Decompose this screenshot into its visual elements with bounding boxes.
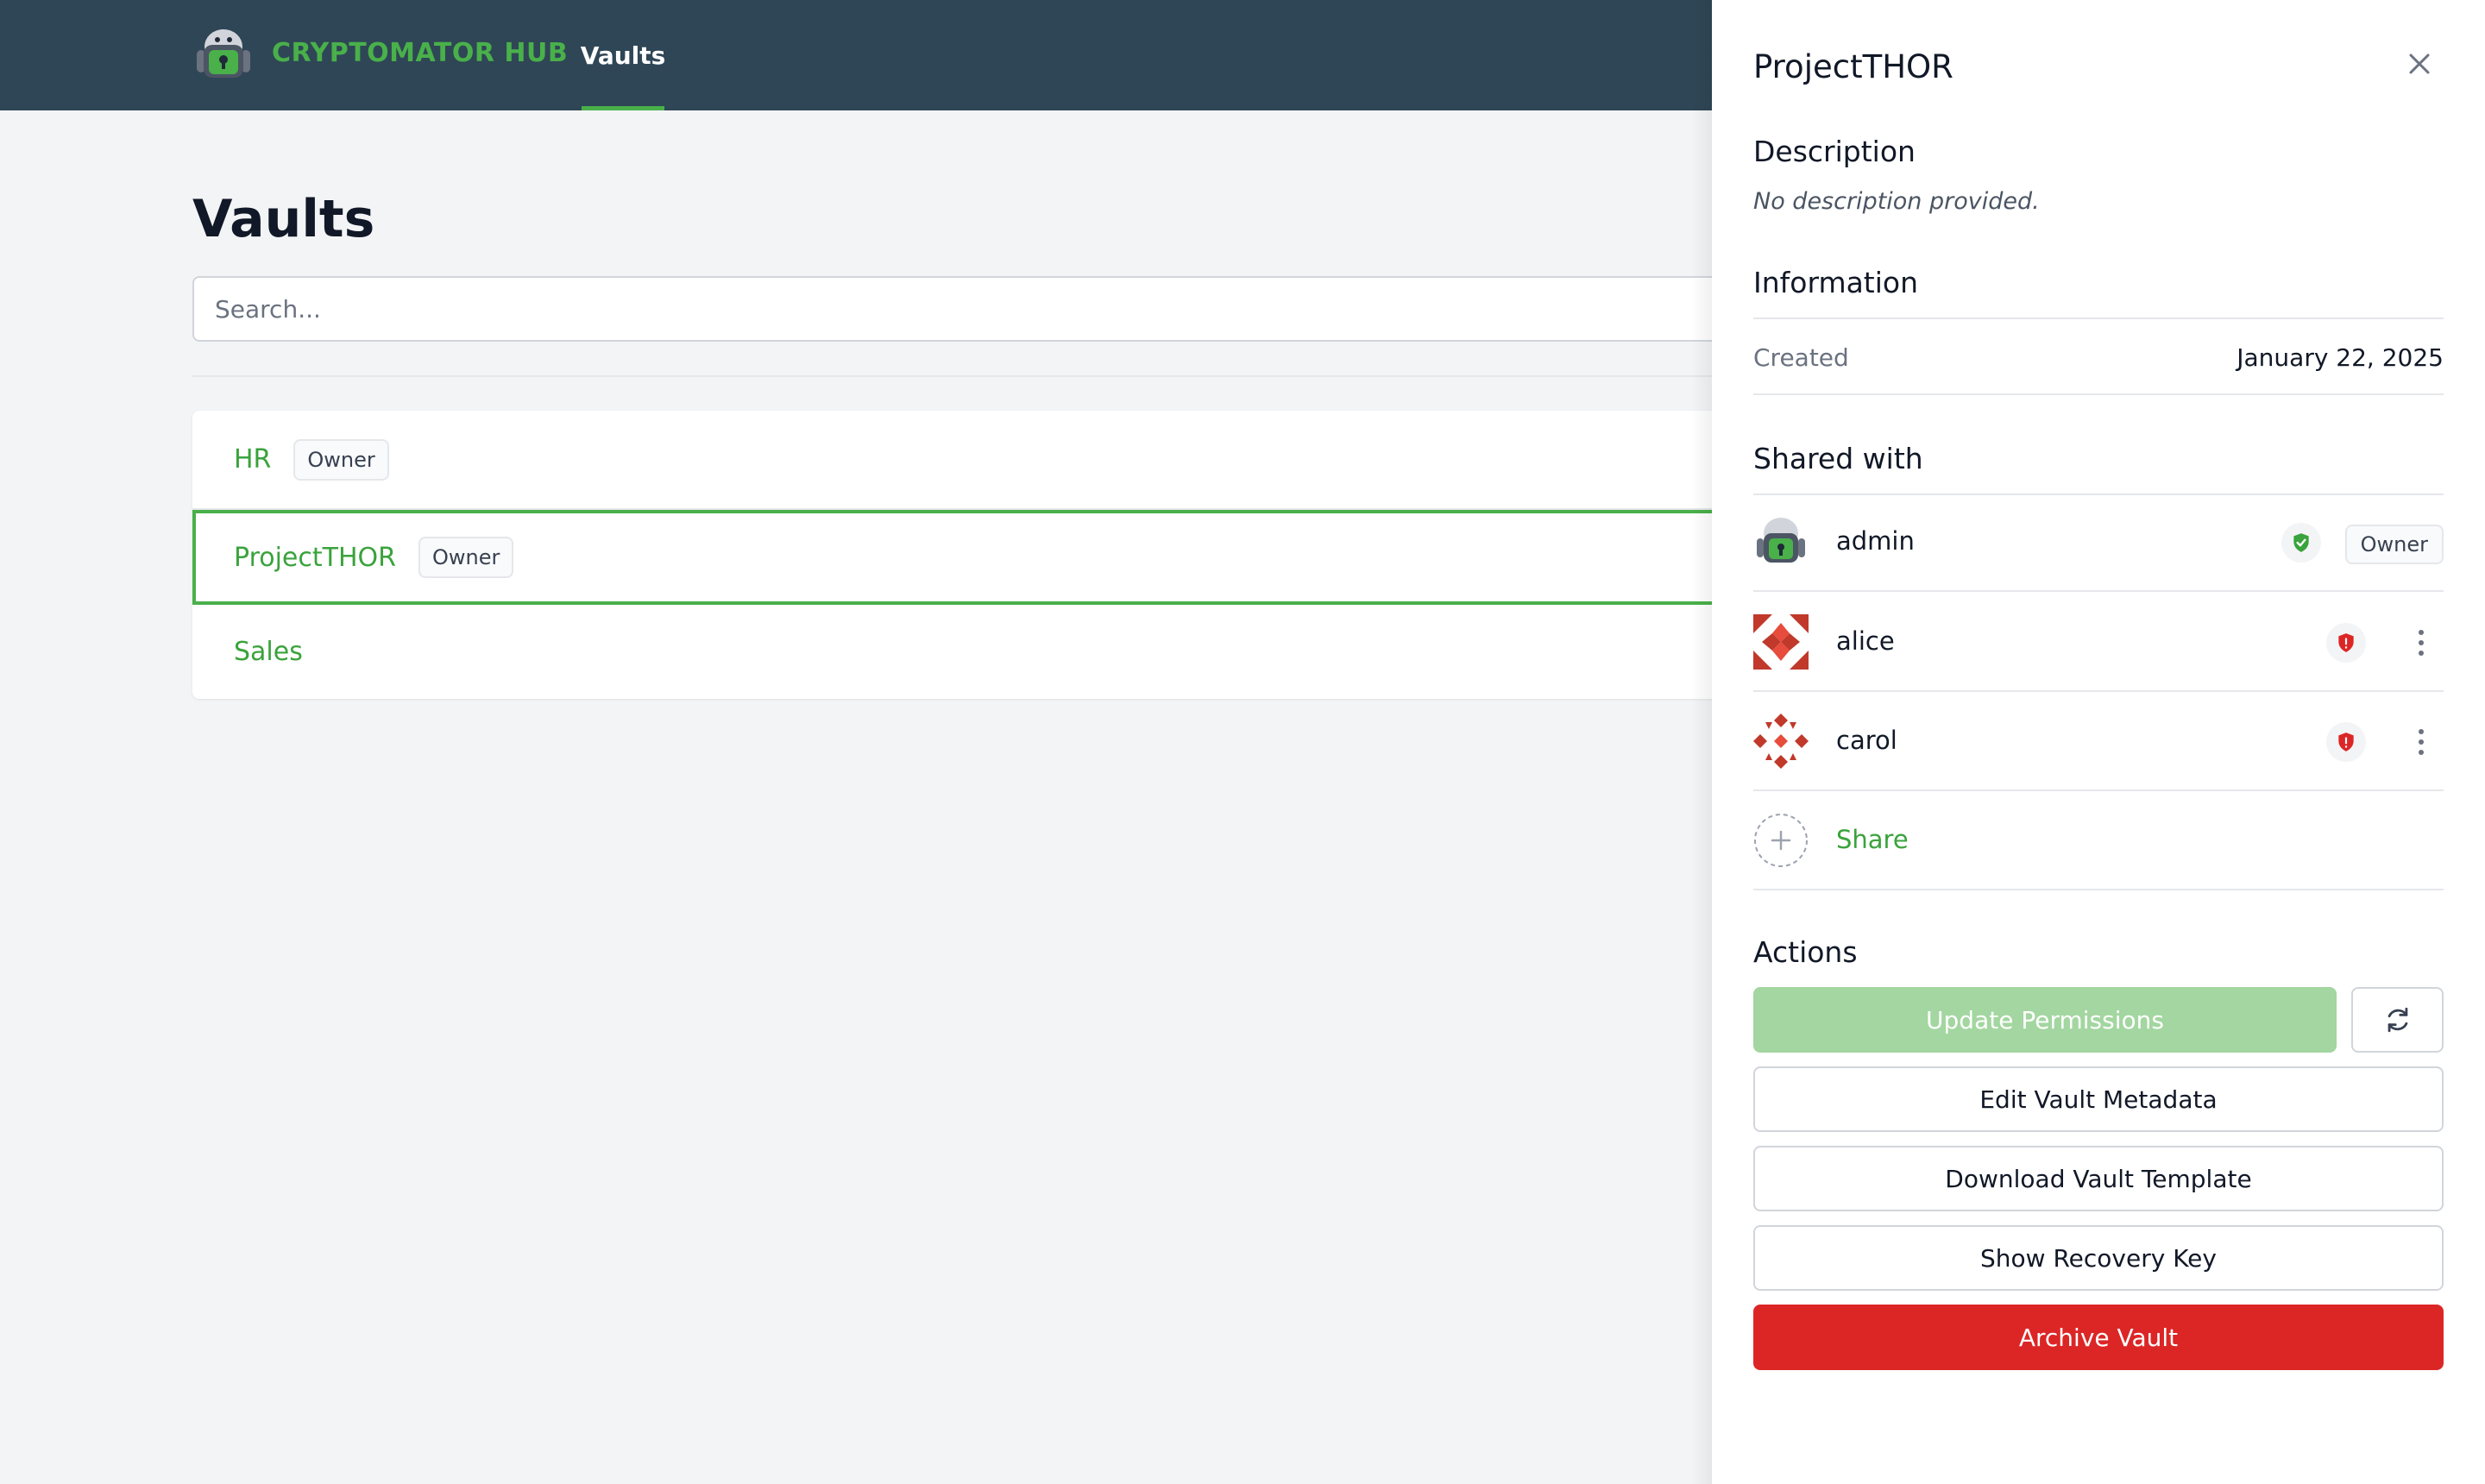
archive-vault-button[interactable]: Archive Vault xyxy=(1753,1305,2444,1370)
vault-name[interactable]: ProjectTHOR xyxy=(234,543,396,573)
unverified-shield-icon xyxy=(2326,623,2366,663)
member-row-alice: alice xyxy=(1753,594,2444,690)
avatar xyxy=(1757,518,1805,563)
refresh-button[interactable] xyxy=(2351,987,2444,1053)
member-name: admin xyxy=(1836,526,1915,556)
member-row-carol: carol xyxy=(1753,693,2444,789)
update-permissions-button[interactable]: Update Permissions xyxy=(1753,987,2337,1053)
panel-shadow xyxy=(1691,0,1712,1484)
share-button[interactable]: Share xyxy=(1753,792,2444,889)
more-options-icon[interactable] xyxy=(2416,722,2426,762)
role-badge: Owner xyxy=(293,438,389,481)
created-label: Created xyxy=(1753,343,1849,372)
edit-vault-metadata-button[interactable]: Edit Vault Metadata xyxy=(1753,1066,2444,1132)
top-navigation: CRYPTOMATOR HUB Vaults xyxy=(0,0,1712,110)
vault-row-projectthor[interactable]: ProjectTHOR Owner xyxy=(192,510,1746,605)
divider xyxy=(1753,690,2444,692)
nav-tab-vaults[interactable]: Vaults xyxy=(581,0,665,110)
plus-icon xyxy=(1754,814,1808,867)
role-badge: Owner xyxy=(2344,525,2444,564)
unverified-shield-icon xyxy=(2326,722,2366,762)
vault-name[interactable]: Sales xyxy=(234,637,303,667)
page-title: Vaults xyxy=(192,189,375,249)
verified-shield-icon xyxy=(2281,523,2321,563)
show-recovery-key-button[interactable]: Show Recovery Key xyxy=(1753,1225,2444,1291)
member-name: carol xyxy=(1836,726,1897,755)
panel-title: ProjectTHOR xyxy=(1753,48,1953,85)
vault-name[interactable]: HR xyxy=(234,444,271,475)
vault-row-sales[interactable]: Sales xyxy=(192,605,1746,699)
description-heading: Description xyxy=(1753,135,1916,168)
divider xyxy=(1753,318,2444,319)
divider xyxy=(1753,889,2444,890)
role-badge: Owner xyxy=(418,537,514,578)
divider xyxy=(1753,789,2444,791)
divider xyxy=(192,375,1746,377)
close-icon[interactable] xyxy=(2402,47,2437,81)
avatar xyxy=(1753,714,1809,769)
download-vault-template-button[interactable]: Download Vault Template xyxy=(1753,1146,2444,1211)
vault-detail-panel: ProjectTHOR Description No description p… xyxy=(1712,0,2485,1484)
information-heading: Information xyxy=(1753,266,1919,299)
vault-list: HR Owner ProjectTHOR Owner Sales xyxy=(192,411,1746,699)
shared-with-heading: Shared with xyxy=(1753,442,1923,475)
refresh-icon xyxy=(2387,1007,2407,1033)
share-label[interactable]: Share xyxy=(1836,825,1909,854)
description-text: No description provided. xyxy=(1753,188,2040,215)
more-options-icon[interactable] xyxy=(2416,623,2426,663)
avatar xyxy=(1753,614,1809,670)
member-name: alice xyxy=(1836,626,1895,656)
created-value: January 22, 2025 xyxy=(2236,343,2444,372)
divider xyxy=(1753,590,2444,592)
member-row-admin: admin Owner xyxy=(1753,494,2444,590)
brand-name: CRYPTOMATOR HUB xyxy=(272,38,569,68)
cryptomator-robot-logo xyxy=(197,29,250,78)
vault-row-hr[interactable]: HR Owner xyxy=(192,411,1746,510)
search-input[interactable] xyxy=(192,276,1746,342)
divider xyxy=(1753,393,2444,395)
actions-heading: Actions xyxy=(1753,935,1858,969)
